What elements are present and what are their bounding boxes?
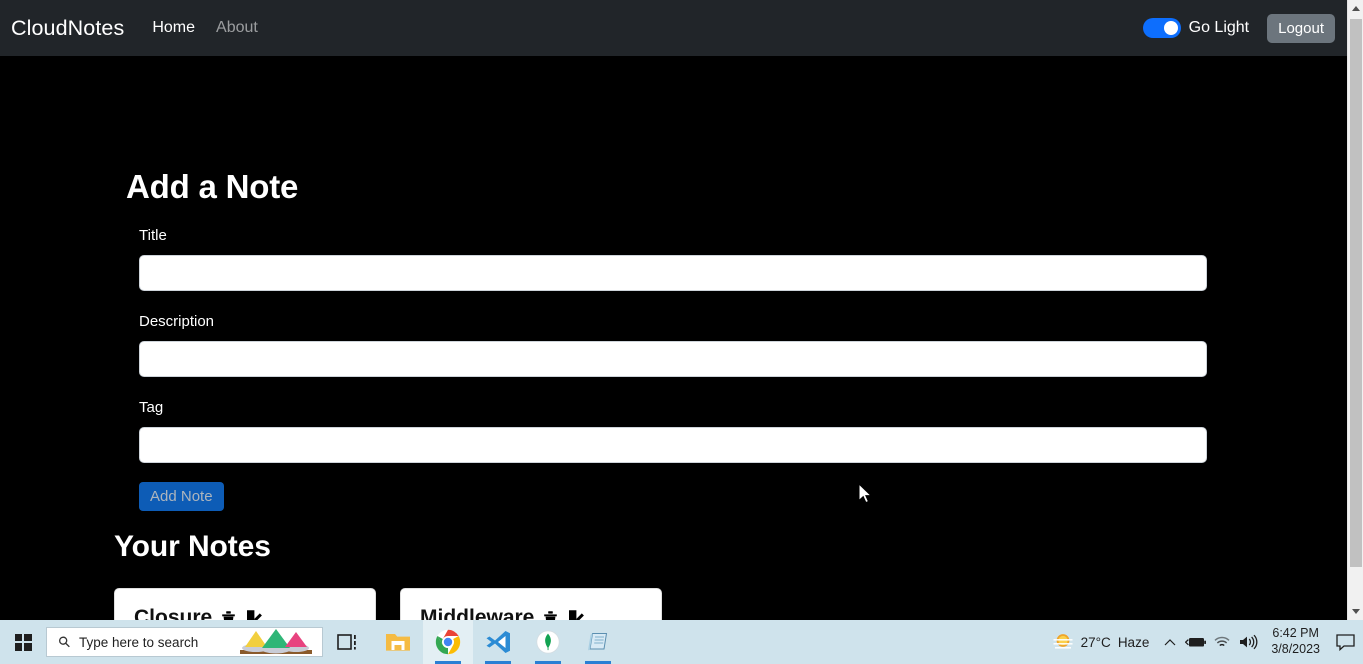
- mongodb-compass-icon[interactable]: [523, 620, 573, 664]
- clock[interactable]: 6:42 PM 3/8/2023: [1261, 626, 1329, 657]
- logout-button[interactable]: Logout: [1267, 13, 1335, 43]
- edit-note-icon[interactable]: [567, 609, 585, 620]
- note-card-body: Closure: [115, 589, 375, 620]
- nav-link-about[interactable]: About: [216, 19, 258, 37]
- holi-colors-icon: [240, 629, 312, 654]
- note-title: Middleware: [420, 606, 535, 620]
- trash-icon[interactable]: [221, 610, 236, 620]
- browser-page: CloudNotes Home About Go Light Logout Ad…: [0, 0, 1347, 620]
- navbar: CloudNotes Home About Go Light Logout: [0, 0, 1347, 56]
- note-title: Closure: [134, 606, 213, 620]
- trash-icon[interactable]: [543, 610, 558, 620]
- theme-toggle[interactable]: Go Light: [1142, 18, 1250, 38]
- title-label: Title: [139, 227, 167, 244]
- main-content: Add a Note Title Description Tag Add Not…: [0, 56, 1347, 620]
- description-label: Description: [139, 313, 215, 330]
- theme-toggle-knob: [1163, 21, 1178, 35]
- notepad-icon[interactable]: [573, 620, 623, 664]
- search-icon: ⚲: [54, 632, 75, 653]
- edit-note-icon[interactable]: [245, 609, 263, 620]
- clock-time: 6:42 PM: [1272, 626, 1319, 641]
- volume-icon[interactable]: [1235, 620, 1261, 664]
- note-card-body: Middleware: [401, 589, 661, 620]
- vertical-scrollbar[interactable]: [1347, 0, 1363, 620]
- add-note-button[interactable]: Add Note: [139, 482, 224, 511]
- weather-widget[interactable]: 27°C Haze: [1048, 631, 1158, 653]
- brand-logo[interactable]: CloudNotes: [11, 16, 124, 41]
- note-card-header: Closure: [134, 606, 356, 620]
- note-card-header: Middleware: [420, 606, 642, 620]
- show-hidden-icons-chevron[interactable]: [1157, 620, 1183, 664]
- battery-icon[interactable]: [1183, 620, 1209, 664]
- scroll-up-arrow-icon[interactable]: [1348, 0, 1363, 17]
- note-card[interactable]: Middleware: [400, 588, 662, 620]
- chrome-icon[interactable]: [423, 620, 473, 664]
- taskbar: ⚲ Type here to search 27°C Haze 6:42 PM …: [0, 620, 1363, 664]
- tag-label: Tag: [139, 399, 164, 416]
- search-placeholder: Type here to search: [79, 634, 199, 650]
- nav-link-home[interactable]: Home: [152, 19, 195, 37]
- file-explorer-icon[interactable]: [373, 620, 423, 664]
- tag-input[interactable]: [139, 427, 1207, 463]
- navbar-right: Go Light Logout: [1142, 0, 1335, 56]
- scroll-down-arrow-icon[interactable]: [1348, 603, 1363, 620]
- vscode-icon[interactable]: [473, 620, 523, 664]
- haze-sun-icon: [1053, 634, 1073, 649]
- task-view-icon[interactable]: [323, 620, 373, 664]
- notification-center-icon[interactable]: [1329, 620, 1361, 664]
- weather-condition: Haze: [1117, 634, 1150, 650]
- note-card[interactable]: Closure: [114, 588, 376, 620]
- weather-temperature: 27°C: [1080, 634, 1111, 650]
- windows-start-icon[interactable]: [0, 620, 46, 664]
- wifi-icon[interactable]: [1209, 620, 1235, 664]
- your-notes-heading: Your Notes: [114, 530, 271, 563]
- system-tray: 27°C Haze 6:42 PM 3/8/2023: [1048, 620, 1363, 664]
- scrollbar-thumb[interactable]: [1350, 19, 1362, 567]
- description-input[interactable]: [139, 341, 1207, 377]
- theme-toggle-label: Go Light: [1188, 19, 1250, 36]
- nav-links: Home About: [152, 19, 258, 37]
- theme-toggle-switch[interactable]: [1142, 18, 1181, 38]
- clock-date: 3/8/2023: [1271, 642, 1320, 656]
- title-input[interactable]: [139, 255, 1207, 291]
- add-note-heading: Add a Note: [126, 168, 299, 205]
- screen: CloudNotes Home About Go Light Logout Ad…: [0, 0, 1363, 664]
- search-input[interactable]: ⚲ Type here to search: [46, 627, 323, 657]
